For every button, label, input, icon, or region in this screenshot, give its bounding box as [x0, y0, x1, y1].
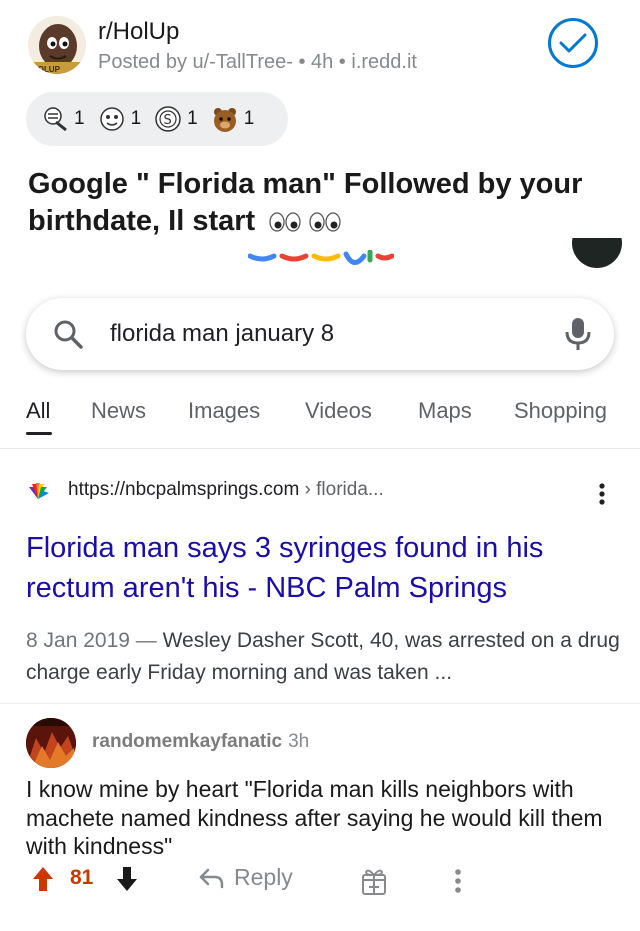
- google-account-avatar: [572, 238, 622, 268]
- google-search-box[interactable]: florida man january 8: [26, 298, 614, 370]
- award-1-icon: [44, 107, 67, 132]
- tab-maps[interactable]: Maps: [418, 398, 472, 424]
- result-url[interactable]: https://nbcpalmsprings.com › florida...: [68, 479, 384, 501]
- result-url-crumb: › florida...: [299, 479, 384, 500]
- commenter-avatar-image: [26, 718, 76, 768]
- tab-images[interactable]: Images: [188, 398, 260, 424]
- result-url-domain: https://nbcpalmsprings.com: [68, 479, 300, 500]
- award-count: 1: [187, 108, 198, 129]
- award-item: 1: [97, 104, 142, 134]
- awards-bar[interactable]: 1 1 S 1 1: [26, 92, 288, 146]
- reply-label: Reply: [234, 864, 293, 890]
- checkmark-icon: [559, 33, 587, 53]
- section-divider: [0, 703, 640, 704]
- subreddit-name[interactable]: r/HolUp: [98, 18, 179, 46]
- nbc-peacock-icon: [29, 483, 49, 499]
- comment-time: 3h: [288, 731, 310, 752]
- upvote-arrow-icon[interactable]: [32, 866, 54, 892]
- tab-all[interactable]: All: [26, 398, 50, 424]
- award-item: S 1: [153, 104, 198, 134]
- subreddit-avatar[interactable]: HOLUP: [28, 16, 86, 74]
- award-3-icon: S: [155, 106, 181, 132]
- post-meta: Posted by u/-TallTree- • 4h • i.redd.it: [98, 51, 417, 73]
- reply-button[interactable]: Reply: [198, 864, 293, 891]
- tab-news[interactable]: News: [91, 398, 146, 424]
- joined-checkmark-button[interactable]: [548, 18, 598, 68]
- result-date: 8 Jan 2019 —: [26, 629, 157, 652]
- kebab-menu-icon[interactable]: [598, 482, 606, 506]
- holup-avatar-image: HOLUP: [28, 16, 86, 74]
- post-title[interactable]: Google " Florida man" Followed by your b…: [28, 166, 618, 240]
- award-count: 1: [243, 108, 255, 129]
- comment-author[interactable]: randomemkayfanatic 3h: [92, 731, 309, 753]
- award-item: 1: [210, 104, 255, 134]
- comment-body: I know mine by heart "Florida man kills …: [26, 776, 603, 859]
- result-title-link[interactable]: Florida man says 3 syringes found in his…: [26, 528, 622, 608]
- downvote-arrow-icon[interactable]: [116, 866, 138, 892]
- avatar-label: HOLUP: [32, 65, 61, 74]
- commenter-avatar[interactable]: [26, 718, 76, 768]
- microphone-icon[interactable]: [564, 316, 592, 352]
- search-icon: [54, 320, 83, 349]
- tabs-divider: [0, 448, 640, 449]
- award-item: 1: [40, 104, 85, 134]
- tab-shopping[interactable]: Shopping: [514, 398, 607, 424]
- reply-arrow-icon: [199, 868, 224, 888]
- search-tabs: All News Images Videos Maps Shopping: [26, 398, 626, 438]
- award-4-icon: [213, 108, 236, 132]
- award-2-icon: [99, 107, 124, 131]
- result-snippet: 8 Jan 2019 — Wesley Dasher Scott, 40, wa…: [26, 625, 622, 689]
- award-count: 1: [74, 108, 85, 129]
- post-header: HOLUP r/HolUp Posted by u/-TallTree- • 4…: [28, 14, 612, 78]
- vote-count: 81: [70, 866, 94, 889]
- google-logo-fragment: [248, 250, 394, 265]
- comment-author-name: randomemkayfanatic: [92, 731, 283, 752]
- eyes-emoji-icon: [269, 212, 341, 232]
- result-source[interactable]: https://nbcpalmsprings.com › florida...: [26, 478, 616, 506]
- active-tab-indicator: [26, 432, 52, 435]
- more-options-icon[interactable]: [454, 868, 462, 894]
- svg-text:S: S: [164, 113, 172, 128]
- tab-videos[interactable]: Videos: [305, 398, 372, 424]
- search-query[interactable]: florida man january 8: [110, 320, 334, 348]
- comment-actions: 81 Reply: [26, 862, 616, 906]
- gift-award-icon[interactable]: [360, 866, 388, 896]
- award-count: 1: [130, 108, 142, 129]
